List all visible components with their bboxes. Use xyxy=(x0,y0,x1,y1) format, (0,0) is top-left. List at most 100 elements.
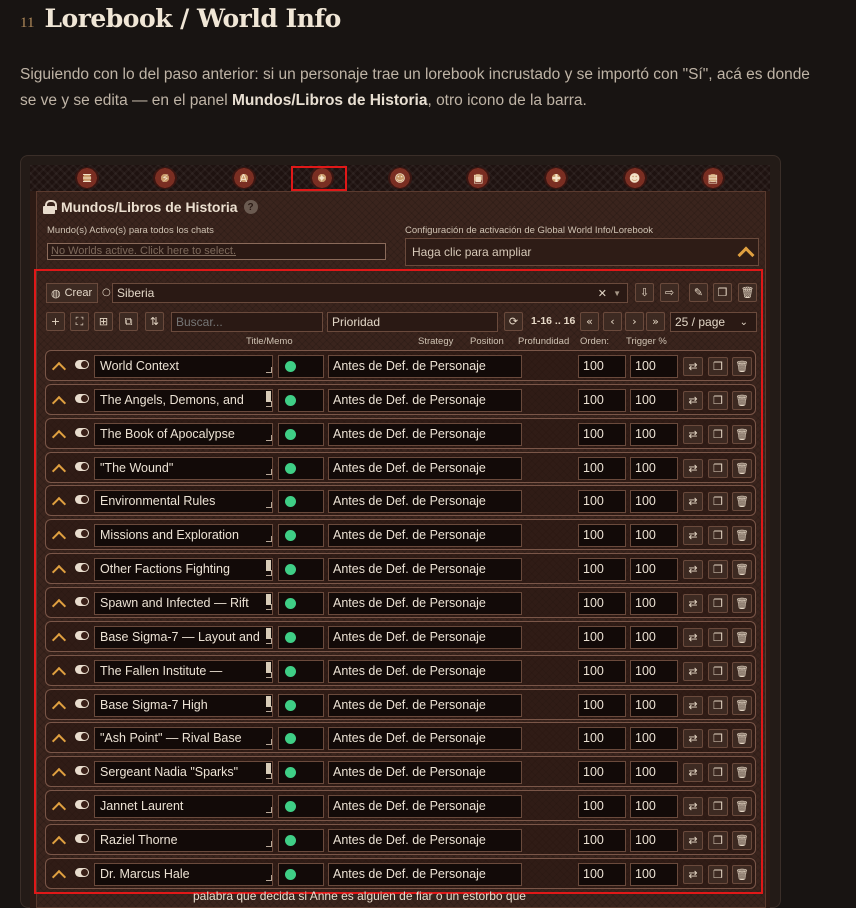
duplicate-entry-icon[interactable]: ❐ xyxy=(708,763,728,783)
duplicate-entry-icon[interactable]: ❐ xyxy=(708,661,728,681)
resize-grip-icon[interactable] xyxy=(266,434,272,441)
delete-entry-icon[interactable]: 🗑 xyxy=(732,830,752,850)
move-entry-icon[interactable]: ⇄ xyxy=(683,458,703,478)
strategy-select[interactable] xyxy=(278,422,324,446)
order-input[interactable]: 100 xyxy=(578,659,626,683)
resize-grip-icon[interactable] xyxy=(266,367,272,373)
entry-row[interactable]: Jannet Laurent Antes de Def. de Personaje… xyxy=(45,790,756,822)
entry-row[interactable]: Raziel Thorne Antes de Def. de Personaje 1… xyxy=(45,823,756,855)
entry-row[interactable]: Environmental Rules Antes de Def. de Pers… xyxy=(45,485,756,517)
chevron-up-icon[interactable] xyxy=(52,395,66,405)
toggle-icon[interactable] xyxy=(75,630,89,640)
prev-page-icon[interactable]: ‹ xyxy=(603,312,622,331)
duplicate-entry-icon[interactable]: ❐ xyxy=(708,729,728,749)
trigger-input[interactable]: 100 xyxy=(630,795,678,819)
import-icon[interactable]: ⇩ xyxy=(635,283,654,302)
chevron-up-icon[interactable] xyxy=(52,700,66,710)
chevron-up-icon[interactable] xyxy=(52,733,66,743)
active-worlds-select[interactable]: No Worlds active. Click here to select. xyxy=(47,243,386,260)
duplicate-entry-icon[interactable]: ❐ xyxy=(708,390,728,410)
strategy-select[interactable] xyxy=(278,524,324,548)
order-input[interactable]: 100 xyxy=(578,591,626,615)
toggle-icon[interactable] xyxy=(75,495,89,505)
chevron-up-icon[interactable] xyxy=(52,801,66,811)
delete-entry-icon[interactable]: 🗑 xyxy=(732,390,752,410)
lock-icon[interactable] xyxy=(43,200,57,214)
position-select[interactable]: Antes de Def. de Personaje xyxy=(328,795,522,819)
move-entry-icon[interactable]: ⇄ xyxy=(683,830,703,850)
resize-grip-icon[interactable] xyxy=(266,637,272,644)
resize-grip-icon[interactable] xyxy=(266,840,272,847)
resize-grip-icon[interactable] xyxy=(266,468,272,475)
chevron-up-icon[interactable] xyxy=(52,632,66,642)
order-input[interactable]: 100 xyxy=(578,625,626,649)
activation-settings-toggle[interactable]: Haga clic para ampliar xyxy=(405,238,759,266)
entry-row[interactable]: Sergeant Nadia "Sparks" Antes de Def. de … xyxy=(45,756,756,788)
lorebook-select[interactable]: Siberia ✕ ▼ xyxy=(112,283,628,303)
resize-grip-icon[interactable] xyxy=(266,671,272,678)
strategy-select[interactable] xyxy=(278,693,324,717)
order-input[interactable]: 100 xyxy=(578,490,626,514)
strategy-select[interactable] xyxy=(278,456,324,480)
position-select[interactable]: Antes de Def. de Personaje xyxy=(328,625,522,649)
move-entry-icon[interactable]: ⇄ xyxy=(683,627,703,647)
chevron-up-icon[interactable] xyxy=(52,463,66,473)
position-select[interactable]: Antes de Def. de Personaje xyxy=(328,693,522,717)
move-entry-icon[interactable]: ⇄ xyxy=(683,695,703,715)
entry-row[interactable]: The Angels, Demons, and Antes de Def. de … xyxy=(45,383,756,415)
entry-title-field[interactable]: The Angels, Demons, and xyxy=(94,388,273,412)
entry-title-field[interactable]: The Book of Apocalypse xyxy=(94,422,273,446)
position-select[interactable]: Antes de Def. de Personaje xyxy=(328,761,522,785)
entry-title-field[interactable]: Other Factions Fighting xyxy=(94,558,273,582)
toggle-icon[interactable] xyxy=(75,563,89,573)
delete-entry-icon[interactable]: 🗑 xyxy=(732,729,752,749)
last-page-icon[interactable]: » xyxy=(646,312,665,331)
entry-row[interactable]: Dr. Marcus Hale Antes de Def. de Personaj… xyxy=(45,857,756,889)
duplicate-entry-icon[interactable]: ❐ xyxy=(708,357,728,376)
delete-entry-icon[interactable]: 🗑 xyxy=(732,797,752,817)
trigger-input[interactable]: 100 xyxy=(630,862,678,886)
expand-all-icon[interactable]: ⛶ xyxy=(70,312,89,331)
toggle-icon[interactable] xyxy=(75,766,89,776)
entry-title-field[interactable]: Sergeant Nadia "Sparks" xyxy=(94,761,273,785)
delete-entry-icon[interactable]: 🗑 xyxy=(732,492,752,512)
position-select[interactable]: Antes de Def. de Personaje xyxy=(328,591,522,615)
move-entry-icon[interactable]: ⇄ xyxy=(683,763,703,783)
id-card-icon[interactable]: ▤ xyxy=(700,167,725,189)
move-entry-icon[interactable]: ⇄ xyxy=(683,357,703,376)
entry-row[interactable]: Missions and Exploration Antes de Def. de… xyxy=(45,519,756,551)
resize-grip-icon[interactable] xyxy=(266,807,272,814)
toggle-icon[interactable] xyxy=(75,867,89,877)
collapse-all-icon[interactable]: ⊞ xyxy=(94,312,113,331)
chevron-up-icon[interactable] xyxy=(52,496,66,506)
delete-entry-icon[interactable]: 🗑 xyxy=(732,593,752,613)
duplicate-entry-icon[interactable]: ❐ xyxy=(708,424,728,444)
resize-grip-icon[interactable] xyxy=(266,536,272,543)
entry-title-field[interactable]: Spawn and Infected — Rift xyxy=(94,591,273,615)
chevron-up-icon[interactable] xyxy=(52,564,66,574)
order-input[interactable]: 100 xyxy=(578,727,626,751)
position-select[interactable]: Antes de Def. de Personaje xyxy=(328,355,522,378)
chevron-up-icon[interactable] xyxy=(52,767,66,777)
position-select[interactable]: Antes de Def. de Personaje xyxy=(328,828,522,852)
delete-entry-icon[interactable]: 🗑 xyxy=(732,357,752,376)
resize-grip-icon[interactable] xyxy=(266,570,272,577)
delete-entry-icon[interactable]: 🗑 xyxy=(732,560,752,580)
duplicate-entry-icon[interactable]: ❐ xyxy=(708,526,728,546)
chevron-up-icon[interactable] xyxy=(52,530,66,540)
move-entry-icon[interactable]: ⇄ xyxy=(683,492,703,512)
chevron-up-icon[interactable] xyxy=(52,361,66,371)
move-entry-icon[interactable]: ⇄ xyxy=(683,390,703,410)
duplicate-entry-icon[interactable]: ❐ xyxy=(708,593,728,613)
duplicate-entry-icon[interactable]: ❐ xyxy=(708,830,728,850)
strategy-select[interactable] xyxy=(278,625,324,649)
image-icon[interactable]: ▣ xyxy=(466,167,491,189)
trigger-input[interactable]: 100 xyxy=(630,558,678,582)
strategy-select[interactable] xyxy=(278,490,324,514)
export-icon[interactable]: ⇨ xyxy=(660,283,679,302)
entry-row[interactable]: World Context Antes de Def. de Personaje 1… xyxy=(45,350,756,381)
move-entry-icon[interactable]: ⇄ xyxy=(683,864,703,884)
strategy-select[interactable] xyxy=(278,388,324,412)
trigger-input[interactable]: 100 xyxy=(630,388,678,412)
entry-row[interactable]: Base Sigma-7 — Layout and Antes de Def. d… xyxy=(45,620,756,652)
